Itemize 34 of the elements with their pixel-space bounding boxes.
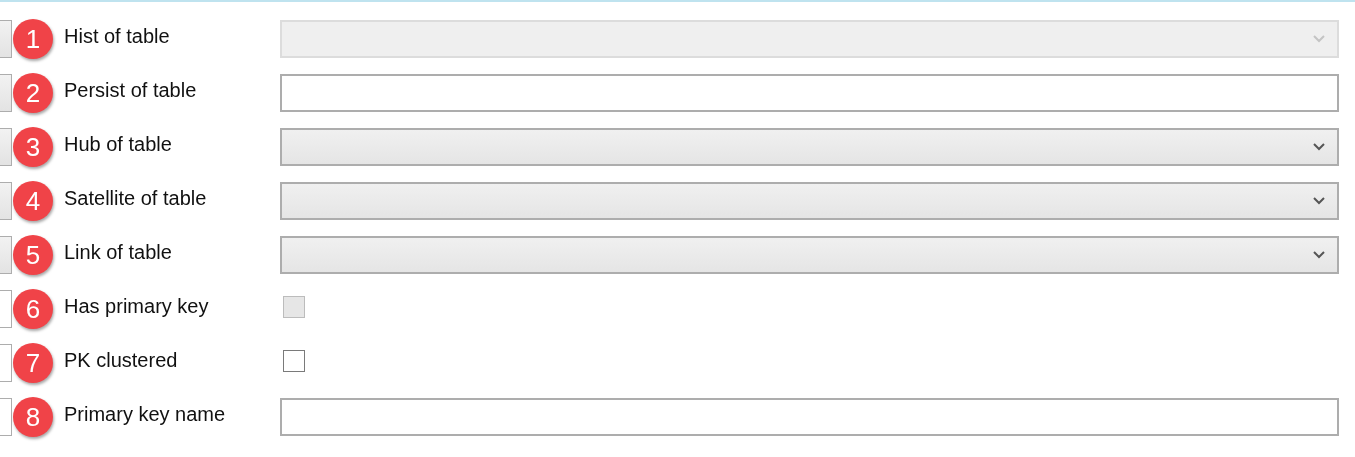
step-number-badge: 5 <box>13 235 53 275</box>
step-number-badge: 1 <box>13 19 53 59</box>
field-label: PK clustered <box>64 348 179 372</box>
dropdown[interactable] <box>280 128 1339 166</box>
step-number-badge: 4 <box>13 181 53 221</box>
dropdown[interactable] <box>280 182 1339 220</box>
cut-off-button[interactable] <box>0 344 12 382</box>
step-number-badge: 8 <box>13 397 53 437</box>
checkbox[interactable] <box>283 350 305 372</box>
step-number-badge: 3 <box>13 127 53 167</box>
cut-off-button[interactable] <box>0 74 12 112</box>
step-number-badge: 7 <box>13 343 53 383</box>
chevron-down-icon <box>1313 251 1325 259</box>
field-label: Persist of table <box>64 78 198 102</box>
input-field[interactable] <box>280 398 1339 436</box>
cut-off-button[interactable] <box>0 182 12 220</box>
field-label: Has primary key <box>64 294 210 318</box>
cut-off-button[interactable] <box>0 236 12 274</box>
chevron-down-icon <box>1313 143 1325 151</box>
chevron-down-icon <box>1313 35 1325 43</box>
step-number-badge: 2 <box>13 73 53 113</box>
chevron-down-icon <box>1313 197 1325 205</box>
field-label: Primary key name <box>64 402 227 426</box>
cut-off-button[interactable] <box>0 128 12 166</box>
field-label: Link of table <box>64 240 173 264</box>
step-number-badge: 6 <box>13 289 53 329</box>
dropdown[interactable] <box>280 236 1339 274</box>
field-label: Satellite of table <box>64 186 208 210</box>
field-label: Hub of table <box>64 132 173 156</box>
field-label: Hist of table <box>64 24 171 48</box>
cut-off-button[interactable] <box>0 290 12 328</box>
cut-off-button[interactable] <box>0 398 12 436</box>
cut-off-button[interactable] <box>0 20 12 58</box>
input-field[interactable] <box>280 74 1339 112</box>
